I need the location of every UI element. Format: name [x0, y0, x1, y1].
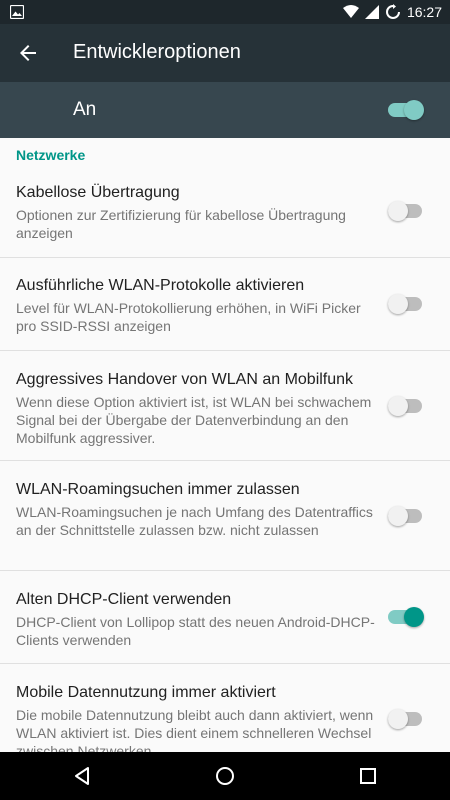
switch-thumb — [404, 607, 424, 627]
wifi-icon — [342, 5, 359, 18]
master-switch-bar[interactable]: An — [0, 82, 450, 138]
switch-thumb — [404, 100, 424, 120]
app-bar: Entwickleroptionen — [0, 24, 450, 82]
setting-title: Mobile Datennutzung immer aktiviert — [16, 684, 276, 701]
setting-item-roaming-scans[interactable]: WLAN-Roamingsuchen immer zulassen WLAN-R… — [0, 461, 450, 571]
master-switch[interactable] — [388, 100, 424, 120]
clock: 16:27 — [406, 4, 442, 20]
setting-title: Aggressives Handover von WLAN an Mobilfu… — [16, 371, 354, 388]
setting-switch[interactable] — [388, 607, 424, 627]
navigation-bar — [0, 752, 450, 800]
recents-icon[interactable] — [356, 764, 380, 788]
setting-switch[interactable] — [388, 294, 424, 314]
setting-title: WLAN-Roamingsuchen immer zulassen — [16, 481, 300, 498]
settings-list: Netzwerke Kabellose Übertragung Optionen… — [0, 138, 450, 752]
setting-summary: WLAN-Roamingsuchen je nach Umfang des Da… — [16, 504, 373, 538]
setting-summary: Die mobile Datennutzung bleibt auch dann… — [16, 707, 374, 752]
section-header: Netzwerke — [16, 147, 86, 163]
setting-switch[interactable] — [388, 709, 424, 729]
signal-icon — [364, 5, 379, 19]
setting-summary: Wenn diese Option aktiviert ist, ist WLA… — [16, 394, 372, 446]
setting-title: Alten DHCP-Client verwenden — [16, 591, 232, 608]
setting-summary: Level für WLAN-Protokollierung erhöhen, … — [16, 300, 361, 334]
switch-thumb — [388, 294, 408, 314]
switch-thumb — [388, 709, 408, 729]
image-icon — [10, 5, 24, 19]
sync-icon — [385, 4, 400, 19]
setting-item-wifi-verbose-logging[interactable]: Ausführliche WLAN-Protokolle aktivieren … — [0, 258, 450, 351]
setting-title: Kabellose Übertragung — [16, 184, 180, 201]
switch-thumb — [388, 396, 408, 416]
setting-switch[interactable] — [388, 201, 424, 221]
setting-item-aggressive-handover[interactable]: Aggressives Handover von WLAN an Mobilfu… — [0, 351, 450, 461]
back-arrow-icon[interactable] — [16, 41, 40, 65]
status-bar: 16:27 — [0, 0, 450, 24]
setting-summary: DHCP-Client von Lollipop statt des neuen… — [16, 614, 375, 648]
home-icon[interactable] — [213, 764, 237, 788]
setting-item-mobile-data-always-on[interactable]: Mobile Datennutzung immer aktiviert Die … — [0, 664, 450, 752]
master-switch-label: An — [73, 99, 97, 120]
setting-title: Ausführliche WLAN-Protokolle aktivieren — [16, 277, 305, 294]
page-title: Entwickleroptionen — [73, 41, 241, 63]
switch-thumb — [388, 506, 408, 526]
setting-item-wireless-display[interactable]: Kabellose Übertragung Optionen zur Zerti… — [0, 167, 450, 258]
setting-item-legacy-dhcp-client[interactable]: Alten DHCP-Client verwenden DHCP-Client … — [0, 571, 450, 664]
setting-switch[interactable] — [388, 396, 424, 416]
setting-switch[interactable] — [388, 506, 424, 526]
setting-summary: Optionen zur Zertifizierung für kabellos… — [16, 207, 346, 241]
switch-thumb — [388, 201, 408, 221]
back-icon[interactable] — [70, 764, 94, 788]
